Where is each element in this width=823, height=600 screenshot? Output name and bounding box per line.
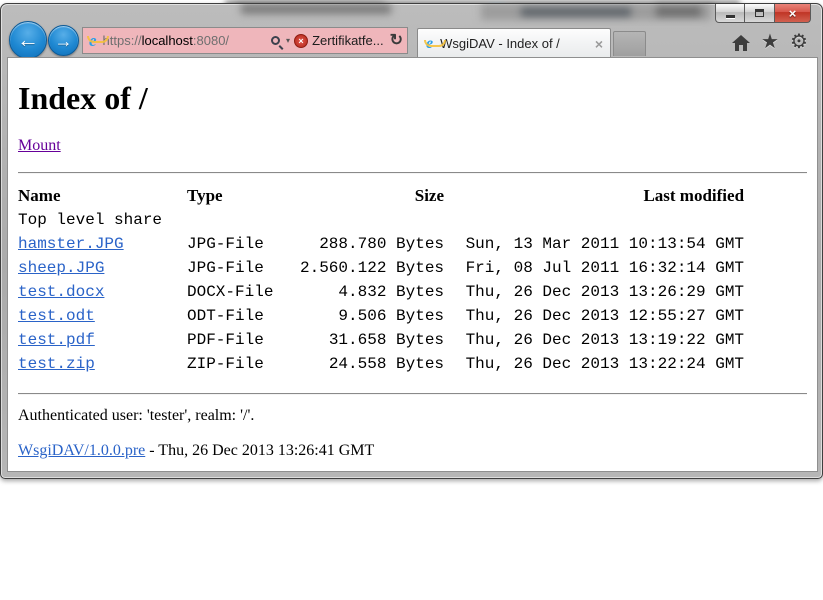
file-modified-cell — [444, 208, 744, 232]
toolbar-icons: ★ ⚙ — [730, 31, 810, 53]
file-size-cell: 2.560.122 Bytes — [300, 256, 444, 280]
certificate-error-label[interactable]: Zertifikatfe... — [312, 33, 384, 48]
file-link[interactable]: sheep.JPG — [18, 259, 104, 277]
home-icon[interactable] — [730, 31, 752, 53]
column-header-name: Name — [18, 184, 187, 208]
gear-icon[interactable]: ⚙ — [788, 31, 810, 53]
file-modified-cell: Thu, 26 Dec 2013 13:22:24 GMT — [444, 352, 744, 376]
file-size-cell: 288.780 Bytes — [300, 232, 444, 256]
mount-link[interactable]: Mount — [18, 137, 61, 154]
tab-close-icon[interactable]: × — [595, 36, 603, 52]
table-row: test.zip ZIP-File24.558 BytesThu, 26 Dec … — [18, 352, 744, 376]
file-link[interactable]: test.docx — [18, 283, 104, 301]
divider — [18, 172, 807, 174]
file-modified-cell: Thu, 26 Dec 2013 12:55:27 GMT — [444, 304, 744, 328]
table-row: test.odt ODT-File9.506 BytesThu, 26 Dec 2… — [18, 304, 744, 328]
file-table: Name Type Size Last modified Top level s… — [18, 184, 744, 376]
browser-window: × ← → e https://localhost:8080/ ▾ × Zert… — [0, 3, 823, 479]
file-size-cell — [300, 208, 444, 232]
file-type-cell: JPG-File — [187, 256, 300, 280]
table-row: test.pdf PDF-File31.658 BytesThu, 26 Dec … — [18, 328, 744, 352]
glass-blur-decoration — [521, 8, 631, 16]
refresh-icon[interactable]: ↻ — [390, 33, 403, 49]
table-row: hamster.JPG JPG-File288.780 BytesSun, 13 … — [18, 232, 744, 256]
share-label: Top level share — [18, 211, 162, 229]
close-button[interactable]: × — [775, 4, 811, 23]
address-bar[interactable]: e https://localhost:8080/ ▾ × Zertifikat… — [82, 27, 408, 54]
column-header-modified: Last modified — [444, 184, 744, 208]
restore-icon — [755, 9, 764, 17]
ie-logo-icon: e — [89, 32, 97, 49]
file-type-cell: ZIP-File — [187, 352, 300, 376]
page-content: Index of / Mount Name Type Size Last mod… — [7, 57, 818, 472]
file-modified-cell: Sun, 13 Mar 2011 10:13:54 GMT — [444, 232, 744, 256]
file-size-cell: 31.658 Bytes — [300, 328, 444, 352]
browser-tab[interactable]: e WsgiDAV - Index of / × — [417, 28, 611, 58]
minimize-button[interactable] — [715, 4, 745, 23]
file-link[interactable]: test.pdf — [18, 331, 95, 349]
glass-blur-decoration — [241, 4, 391, 14]
file-type-cell: ODT-File — [187, 304, 300, 328]
restore-button[interactable] — [745, 4, 775, 23]
glass-blur-decoration — [656, 7, 701, 16]
auth-status-text: Authenticated user: 'tester', realm: '/'… — [18, 407, 807, 425]
file-size-cell: 4.832 Bytes — [300, 280, 444, 304]
divider — [18, 393, 807, 395]
back-icon: ← — [17, 29, 39, 51]
certificate-error-icon[interactable]: × — [294, 34, 308, 48]
page-title: Index of / — [18, 80, 807, 117]
table-row: test.docx DOCX-File4.832 BytesThu, 26 Dec… — [18, 280, 744, 304]
column-header-type: Type — [187, 184, 300, 208]
new-tab-button[interactable] — [613, 31, 646, 56]
server-timestamp: - Thu, 26 Dec 2013 13:26:41 GMT — [145, 442, 374, 459]
file-modified-cell: Fri, 08 Jul 2011 16:32:14 GMT — [444, 256, 744, 280]
window-bottom-frame — [1, 469, 822, 478]
url-text[interactable]: https://localhost:8080/ — [103, 33, 230, 48]
file-type-cell: PDF-File — [187, 328, 300, 352]
back-button[interactable]: ← — [9, 21, 47, 59]
wsgidav-version-link[interactable]: WsgiDAV/1.0.0.pre — [18, 442, 145, 459]
file-link[interactable]: test.zip — [18, 355, 95, 373]
window-controls: × — [715, 4, 811, 23]
file-link[interactable]: test.odt — [18, 307, 95, 325]
file-table-body: Top level share hamster.JPG JPG-File288.78… — [18, 208, 744, 376]
table-row: sheep.JPG JPG-File2.560.122 BytesFri, 08 … — [18, 256, 744, 280]
star-icon[interactable]: ★ — [759, 31, 781, 53]
forward-button[interactable]: → — [48, 25, 79, 56]
forward-icon: → — [55, 32, 73, 50]
tab-title: WsgiDAV - Index of / — [440, 36, 588, 51]
file-type-cell: DOCX-File — [187, 280, 300, 304]
file-size-cell: 24.558 Bytes — [300, 352, 444, 376]
file-modified-cell: Thu, 26 Dec 2013 13:19:22 GMT — [444, 328, 744, 352]
file-type-cell — [187, 208, 300, 232]
column-header-size: Size — [300, 184, 444, 208]
minimize-icon — [726, 15, 735, 18]
search-icon[interactable] — [271, 36, 280, 45]
file-modified-cell: Thu, 26 Dec 2013 13:26:29 GMT — [444, 280, 744, 304]
chevron-down-icon[interactable]: ▾ — [286, 36, 290, 45]
screen: × ← → e https://localhost:8080/ ▾ × Zert… — [0, 0, 823, 600]
table-row: Top level share — [18, 208, 744, 232]
file-type-cell: JPG-File — [187, 232, 300, 256]
close-icon: × — [789, 7, 797, 20]
file-size-cell: 9.506 Bytes — [300, 304, 444, 328]
server-signature: WsgiDAV/1.0.0.pre - Thu, 26 Dec 2013 13:… — [18, 442, 807, 460]
table-header-row: Name Type Size Last modified — [18, 184, 744, 208]
ie-logo-icon: e — [426, 36, 433, 52]
file-link[interactable]: hamster.JPG — [18, 235, 124, 253]
